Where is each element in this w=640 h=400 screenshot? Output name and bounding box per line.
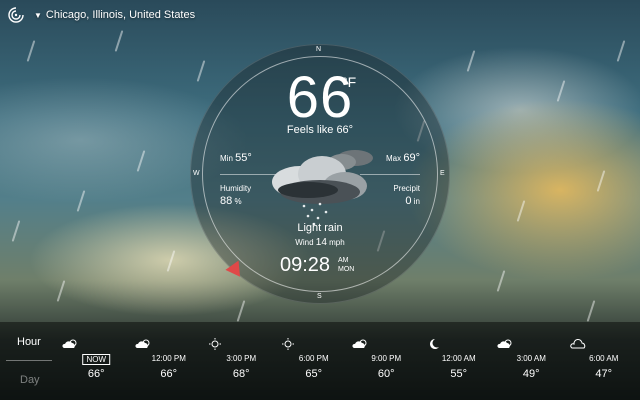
- precip-label: Precipit: [393, 184, 420, 193]
- hour-label: 9:00 PM: [371, 354, 402, 363]
- current-time: 09:28: [280, 254, 331, 276]
- temperature-unit: °F: [342, 74, 357, 90]
- wind-value: 14: [315, 237, 327, 248]
- partly-cloudy-day-icon: [497, 339, 512, 348]
- condition-text: Light rain: [297, 222, 343, 234]
- moon-icon: [429, 339, 439, 349]
- max-temp: Max 69°: [386, 152, 420, 165]
- hour-temp: 66°: [87, 368, 105, 380]
- hourly-item[interactable]: 12:00 PM 66°: [133, 322, 206, 400]
- time-meta: AM MON: [338, 256, 354, 274]
- wind-unit: mph: [329, 238, 345, 247]
- location-name: Chicago, Illinois, United States: [45, 9, 196, 21]
- hour-label: 3:00 PM: [226, 354, 257, 363]
- weather-dial: N S W E 66 °F Feels like 66° Min 55° Max…: [190, 44, 450, 304]
- hour-temp: 65°: [305, 368, 323, 380]
- hourly-item[interactable]: 9:00 PM 60°: [350, 322, 423, 400]
- wind-label: Wind: [295, 238, 314, 247]
- current-temperature: 66 °F: [190, 64, 450, 131]
- hour-temp: 68°: [232, 368, 250, 380]
- hourly-item[interactable]: 3:00 PM 68°: [205, 322, 278, 400]
- hour-label: NOW: [82, 354, 111, 365]
- hourly-item[interactable]: 6:00 PM 65°: [278, 322, 351, 400]
- max-value: 69°: [403, 152, 420, 164]
- min-label: Min: [220, 154, 233, 163]
- tab-day[interactable]: Day: [20, 374, 40, 386]
- hour-label: 3:00 AM: [516, 354, 546, 363]
- ampm: AM: [338, 257, 349, 264]
- hour-label: 6:00 AM: [589, 354, 619, 363]
- compass-east: E: [440, 170, 445, 177]
- hourly-item[interactable]: 6:00 AM 47°: [568, 322, 640, 400]
- precip-unit: in: [413, 197, 420, 206]
- humidity-value: 88: [220, 195, 233, 207]
- hour-temp: 55°: [450, 368, 468, 380]
- tab-hour[interactable]: Hour: [17, 336, 41, 348]
- humidity-unit: %: [234, 197, 242, 206]
- tab-divider: [6, 360, 52, 361]
- hourly-item[interactable]: 12:00 AM 55°: [423, 322, 496, 400]
- app-logo-icon[interactable]: [6, 5, 26, 25]
- humidity: Humidity 88 %: [220, 182, 251, 208]
- top-bar: ▼ Chicago, Illinois, United States: [0, 0, 195, 30]
- compass-south: S: [317, 293, 322, 300]
- partly-cloudy-day-icon: [134, 339, 149, 348]
- hour-temp: 66°: [160, 368, 178, 380]
- forecast-bar: Hour Day NOW 66° 12:00 PM 66° 3:00 PM 68…: [0, 322, 640, 400]
- hourly-item[interactable]: 3:00 AM 49°: [495, 322, 568, 400]
- hourly-forecast-list: NOW 66° 12:00 PM 66° 3:00 PM 68° 6:00 PM…: [60, 322, 640, 400]
- rain-cloud-icon: [272, 150, 373, 226]
- humidity-label: Humidity: [220, 184, 252, 193]
- precip-value: 0: [405, 195, 412, 207]
- sun-icon: [209, 338, 221, 350]
- hour-temp: 60°: [377, 368, 395, 380]
- partly-cloudy-day-icon: [62, 339, 77, 348]
- min-value: 55°: [235, 152, 252, 164]
- feels-like: Feels like 66°: [286, 124, 354, 136]
- compass-west: W: [193, 170, 200, 177]
- hour-label: 12:00 AM: [441, 354, 476, 363]
- partly-cloudy-day-icon: [352, 339, 367, 348]
- forecast-mode-tabs: Hour Day: [0, 322, 58, 400]
- hour-label: 6:00 PM: [298, 354, 329, 363]
- weekday: MON: [338, 266, 355, 273]
- wind-info: Wind 14 mph: [190, 237, 450, 248]
- compass-north: N: [316, 46, 322, 53]
- hour-temp: 49°: [522, 368, 540, 380]
- hourly-item[interactable]: NOW 66°: [60, 322, 133, 400]
- max-label: Max: [386, 154, 402, 163]
- hour-label: 12:00 PM: [151, 354, 186, 363]
- precipitation: Precipit 0 in: [393, 182, 420, 208]
- location-selector[interactable]: ▼ Chicago, Illinois, United States: [34, 9, 195, 21]
- hour-temp: 47°: [595, 368, 613, 380]
- sun-icon: [281, 338, 294, 350]
- cloud-icon: [569, 339, 585, 349]
- min-temp: Min 55°: [220, 152, 252, 165]
- caret-down-icon: ▼: [34, 10, 42, 20]
